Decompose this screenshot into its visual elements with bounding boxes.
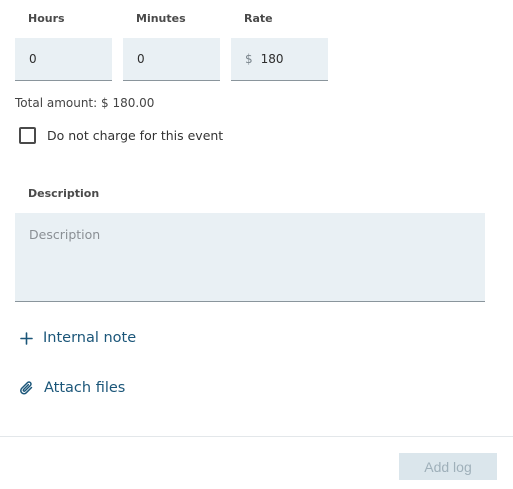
internal-note-button[interactable]: Internal note xyxy=(20,330,136,346)
minutes-input[interactable]: 0 xyxy=(123,38,220,81)
description-placeholder: Description xyxy=(29,227,101,242)
minutes-label: Minutes xyxy=(136,12,186,25)
no-charge-option[interactable]: Do not charge for this event xyxy=(19,127,223,144)
add-log-button[interactable]: Add log xyxy=(399,453,497,480)
attach-files-button[interactable]: Attach files xyxy=(20,380,125,396)
hours-label: Hours xyxy=(28,12,65,25)
currency-prefix: $ xyxy=(245,52,253,66)
paperclip-icon xyxy=(20,380,34,396)
log-time-form: Hours 0 Minutes 0 Rate $ 180 Total amoun… xyxy=(0,0,513,489)
no-charge-label: Do not charge for this event xyxy=(47,128,224,143)
rate-input[interactable]: $ 180 xyxy=(231,38,328,81)
internal-note-label: Internal note xyxy=(43,330,137,346)
description-textarea[interactable]: Description xyxy=(15,213,485,302)
rate-value: 180 xyxy=(260,52,284,66)
minutes-value: 0 xyxy=(137,52,145,66)
plus-icon xyxy=(20,331,33,345)
footer-divider xyxy=(0,436,513,437)
total-amount: Total amount: $ 180.00 xyxy=(15,96,155,110)
rate-label: Rate xyxy=(244,12,273,25)
no-charge-checkbox[interactable] xyxy=(19,127,36,144)
hours-value: 0 xyxy=(29,52,37,66)
hours-input[interactable]: 0 xyxy=(15,38,112,81)
description-label: Description xyxy=(28,187,100,200)
attach-files-label: Attach files xyxy=(44,380,126,396)
